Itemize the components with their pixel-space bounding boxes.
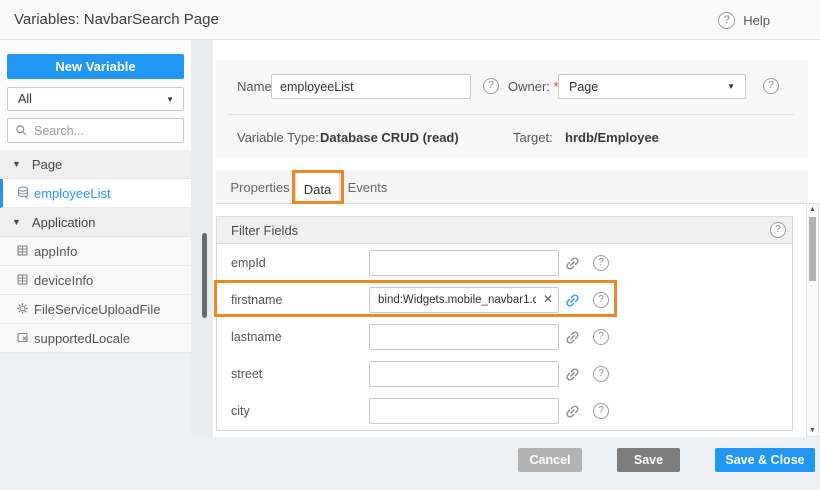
field-help-icon[interactable]: ? <box>593 292 609 308</box>
tree-group-page[interactable]: ▼ Page <box>0 150 191 179</box>
save-and-close-button[interactable]: Save & Close <box>715 448 815 472</box>
firstname-input[interactable] <box>369 287 559 313</box>
help-label: Help <box>743 13 770 28</box>
tree-group-label: Page <box>32 157 62 172</box>
field-help-icon[interactable]: ? <box>593 403 609 419</box>
sidebar-scrollbar-thumb[interactable] <box>202 233 207 318</box>
filter-row-city: city ? <box>217 393 792 430</box>
field-help-icon[interactable]: ? <box>593 329 609 345</box>
filter-row-street: street ? <box>217 356 792 393</box>
scrollbar-thumb[interactable] <box>809 217 816 281</box>
form-separator <box>228 114 794 115</box>
target-label: Target: <box>513 130 553 145</box>
tree-item-label: employeeList <box>34 186 111 201</box>
dialog-header: Variables: NavbarSearch Page ? Help <box>0 0 820 40</box>
scroll-up-icon[interactable]: ▲ <box>807 206 818 213</box>
variables-dialog: Variables: NavbarSearch Page ? Help New … <box>0 0 820 490</box>
field-label: city <box>231 404 250 418</box>
tree-item-label: FileServiceUploadFile <box>34 302 160 317</box>
field-help-icon[interactable]: ? <box>593 255 609 271</box>
new-variable-button[interactable]: New Variable <box>7 54 184 79</box>
filter-fields-help-icon[interactable]: ? <box>770 222 786 238</box>
clear-binding-icon[interactable]: ✕ <box>543 292 553 306</box>
filter-fields-header: Filter Fields ? <box>217 217 792 244</box>
locale-icon <box>16 331 30 345</box>
bind-link-icon[interactable] <box>564 366 581 383</box>
bind-link-icon[interactable] <box>564 329 581 346</box>
tree-group-application[interactable]: ▼ Application <box>0 208 191 237</box>
target-value: hrdb/Employee <box>565 130 659 145</box>
name-help-icon[interactable]: ? <box>483 78 499 94</box>
save-button[interactable]: Save <box>617 448 680 472</box>
content-scrollbar[interactable]: ▲ ▼ <box>806 203 819 437</box>
owner-value: Page <box>569 80 598 94</box>
tab-properties[interactable]: Properties <box>225 170 295 204</box>
filter-fields-title: Filter Fields <box>231 223 770 238</box>
page-title: Variables: NavbarSearch Page <box>14 0 219 40</box>
street-input[interactable] <box>369 361 559 387</box>
tab-data[interactable]: Data <box>295 170 340 205</box>
tab-bar: Properties Data Events <box>216 170 808 204</box>
variable-filter-select[interactable]: All ▼ <box>7 87 184 111</box>
search-box[interactable] <box>7 118 184 143</box>
cancel-button[interactable]: Cancel <box>518 448 582 472</box>
tree-collapse-icon[interactable]: ▼ <box>12 159 21 169</box>
variable-filter-value: All <box>18 92 32 106</box>
tree-item-deviceinfo[interactable]: deviceInfo <box>0 266 191 295</box>
tree-group-label: Application <box>32 215 96 230</box>
city-input[interactable] <box>369 398 559 424</box>
field-label: lastname <box>231 330 282 344</box>
help-question-icon: ? <box>718 12 735 29</box>
filter-row-lastname: lastname ? <box>217 319 792 356</box>
lastname-input[interactable] <box>369 324 559 350</box>
field-label: street <box>231 367 262 381</box>
tree-item-employeelist[interactable]: employeeList <box>0 179 191 208</box>
owner-help-icon[interactable]: ? <box>763 78 779 94</box>
scroll-down-icon[interactable]: ▼ <box>807 427 818 434</box>
field-help-icon[interactable]: ? <box>593 366 609 382</box>
tab-events[interactable]: Events <box>340 170 395 204</box>
tree-item-label: appInfo <box>34 244 77 259</box>
filter-fields-panel: Filter Fields ? empId ? firstname ✕ ? <box>216 216 793 431</box>
chevron-down-icon: ▼ <box>166 95 174 104</box>
tree-item-appinfo[interactable]: appInfo <box>0 237 191 266</box>
grid-icon <box>16 244 30 258</box>
filter-row-empid: empId ? <box>217 245 792 282</box>
owner-label: Owner: * <box>508 79 559 94</box>
variable-type-label: Variable Type: <box>237 130 319 145</box>
variable-summary-panel: Name: * ? Owner: * Page ▼ ? Variable Typ… <box>216 60 808 158</box>
bind-link-icon[interactable] <box>564 255 581 272</box>
tree-item-fileserviceuploadfile[interactable]: FileServiceUploadFile <box>0 295 191 324</box>
help-button[interactable]: ? Help <box>718 0 770 40</box>
owner-select[interactable]: Page ▼ <box>558 74 746 99</box>
filter-row-firstname: firstname ✕ ? <box>217 282 792 319</box>
gear-icon <box>16 302 30 316</box>
bind-link-icon[interactable] <box>564 403 581 420</box>
database-icon <box>16 186 30 200</box>
empid-input[interactable] <box>369 250 559 276</box>
chevron-down-icon: ▼ <box>727 82 735 91</box>
grid-icon <box>16 273 30 287</box>
bind-link-icon-active[interactable] <box>564 292 581 309</box>
search-input[interactable] <box>34 124 164 138</box>
field-label: firstname <box>231 293 282 307</box>
field-label: empId <box>231 256 266 270</box>
tree-item-supportedlocale[interactable]: supportedLocale <box>0 324 191 353</box>
tree-collapse-icon[interactable]: ▼ <box>12 217 21 227</box>
tree-item-label: supportedLocale <box>34 331 130 346</box>
variable-type-value: Database CRUD (read) <box>320 130 459 145</box>
name-input[interactable] <box>271 74 471 99</box>
search-icon <box>15 124 28 137</box>
tree-item-label: deviceInfo <box>34 273 93 288</box>
